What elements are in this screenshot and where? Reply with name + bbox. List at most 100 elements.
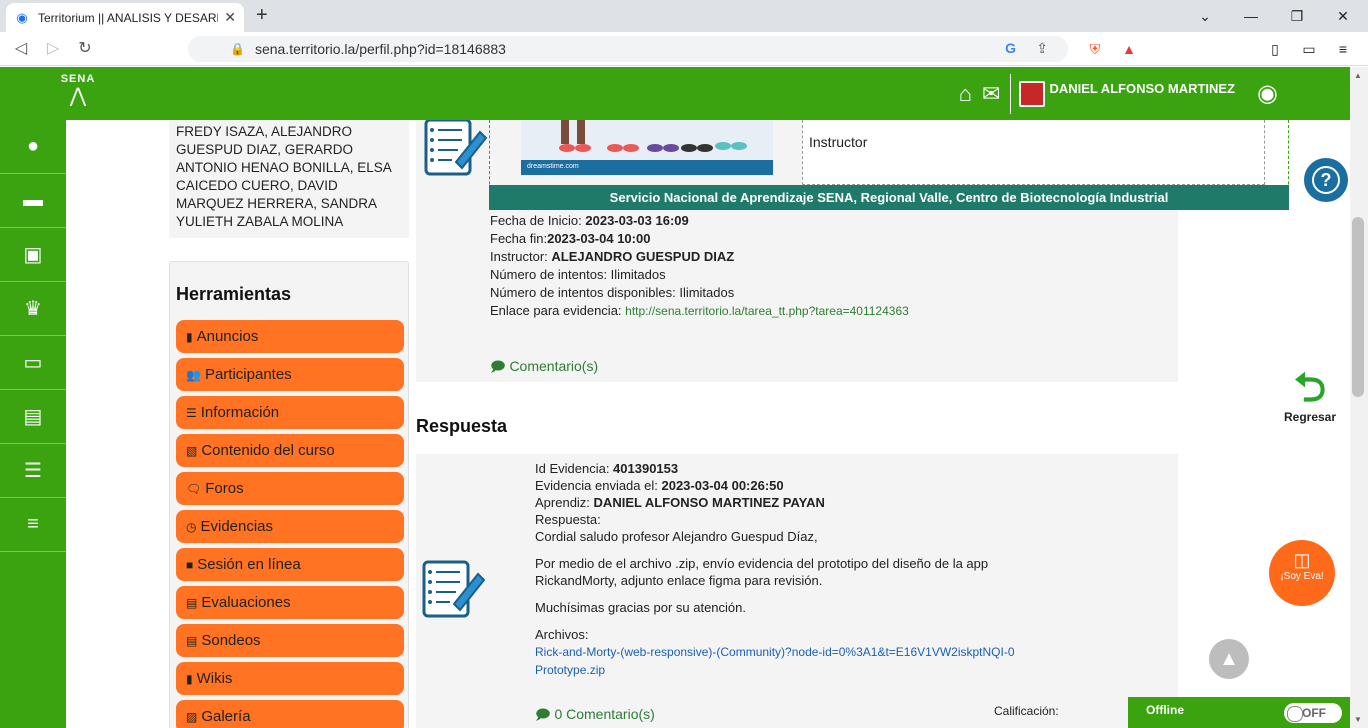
- evaluation-icon: ▤: [186, 595, 198, 610]
- sidebar-toggle-icon[interactable]: ▯: [1264, 38, 1286, 60]
- forward-icon[interactable]: ▷: [42, 38, 64, 60]
- start-date: 2023-03-03 16:09: [585, 213, 689, 228]
- accessibility-eye-icon[interactable]: ◉: [1257, 79, 1278, 108]
- share-icon[interactable]: ⇪: [1036, 40, 1048, 57]
- eva-chatbot-button[interactable]: ◫ ¡Soy Eva!: [1269, 540, 1335, 606]
- image-credit: dreamstime.com: [521, 160, 773, 175]
- attempts: Número de intentos: Ilimitados: [490, 267, 666, 282]
- briefcase-icon[interactable]: ▬: [0, 174, 66, 228]
- bookmark-icon: ▮: [186, 671, 193, 686]
- role-label: Instructor: [809, 134, 868, 150]
- announcement-icon: ▮: [186, 329, 193, 344]
- close-tab-icon[interactable]: ✕: [224, 9, 236, 26]
- user-name[interactable]: DANIEL ALFONSO MARTINEZ: [1049, 81, 1235, 96]
- avatar[interactable]: [1019, 80, 1046, 107]
- question-icon: ?: [1312, 166, 1340, 194]
- trophy-icon[interactable]: ♛: [0, 282, 66, 336]
- student-name: DANIEL ALFONSO MARTINEZ PAYAN: [593, 495, 825, 510]
- tool-sondeos[interactable]: ▤ Sondeos: [176, 624, 404, 657]
- new-tab-icon[interactable]: +: [256, 4, 268, 27]
- instructor-name: ALEJANDRO GUESPUD DIAZ: [551, 249, 735, 264]
- inbox-icon[interactable]: ▭: [0, 336, 66, 390]
- robot-face-icon: ◫: [1293, 550, 1311, 570]
- evidence-link[interactable]: http://sena.territorio.la/tarea_tt.php?t…: [625, 304, 909, 318]
- tool-participantes[interactable]: 👥 Participantes: [176, 358, 404, 391]
- back-arrow-icon: ⮌: [1293, 366, 1327, 410]
- tool-foros[interactable]: 🗨 Foros: [176, 472, 404, 505]
- list-icon[interactable]: ☰: [0, 444, 66, 498]
- evidence-id: 401390153: [613, 461, 679, 476]
- image-icon: ▨: [186, 709, 198, 724]
- close-window-icon[interactable]: ✕: [1320, 0, 1366, 32]
- tab-search-icon[interactable]: ⌄: [1182, 0, 1228, 32]
- file-link-zip[interactable]: Prototype.zip: [535, 663, 605, 677]
- answer-line-1: Cordial saludo profesor Alejandro Guespu…: [535, 529, 818, 544]
- tools-panel: Herramientas ▮ Anuncios 👥 Participantes ☰ I…: [169, 261, 409, 728]
- task-comments-link[interactable]: 🗩 Comentario(s): [490, 356, 598, 380]
- grade-label: Calificación:: [994, 704, 1059, 718]
- clock-icon: ◷: [186, 519, 197, 534]
- response-comments-link[interactable]: 🗩 0 Comentario(s): [535, 704, 655, 728]
- participants-list: FREDY ISAZA, ALEJANDRO GUESPUD DIAZ, GER…: [169, 120, 409, 238]
- answer-label: Respuesta:: [535, 512, 601, 527]
- institution-banner: Servicio Nacional de Aprendizaje SENA, R…: [489, 185, 1289, 210]
- newspaper-icon[interactable]: ▣: [0, 228, 66, 282]
- comment-icon: 🗩: [490, 358, 506, 374]
- chat-status-bar[interactable]: Offline OFF: [1128, 697, 1350, 728]
- scroll-to-top-button[interactable]: ▲: [1209, 639, 1249, 679]
- task-details: Fecha de Inicio: 2023-03-03 16:09 Fecha …: [490, 213, 909, 318]
- response-title: Respuesta: [416, 416, 508, 436]
- user-icon[interactable]: ●: [0, 120, 66, 174]
- minimize-icon[interactable]: —: [1228, 0, 1274, 32]
- url-text: sena.territorio.la/perfil.php?id=1814688…: [254, 41, 506, 57]
- scroll-down-icon[interactable]: ▼: [1354, 715, 1362, 724]
- brave-rewards-icon[interactable]: ▲: [1118, 38, 1140, 60]
- scroll-up-icon[interactable]: ▲: [1354, 71, 1362, 80]
- brave-shield-icon[interactable]: ⛨: [1084, 38, 1106, 60]
- status-toggle[interactable]: OFF: [1284, 703, 1342, 723]
- page-scrollbar[interactable]: ▲ ▼: [1350, 67, 1368, 728]
- scrollbar-thumb[interactable]: [1352, 217, 1364, 397]
- tool-wikis[interactable]: ▮ Wikis: [176, 662, 404, 695]
- omnibox[interactable]: 🔒 sena.territorio.la/perfil.php?id=18146…: [188, 36, 1068, 62]
- task-card: dreamstime.com Instructor Servicio Nacio…: [416, 120, 1289, 382]
- left-sidebar: ● ▬ ▣ ♛ ▭ ▤ ☰ ≡: [0, 120, 66, 728]
- course-illustration: [559, 120, 747, 152]
- sent-date: 2023-03-04 00:26:50: [661, 478, 784, 493]
- back-icon[interactable]: ◁: [10, 38, 32, 60]
- browser-menu-icon[interactable]: ≡: [1332, 38, 1354, 60]
- menu-icon[interactable]: ≡: [0, 498, 66, 552]
- files-label: Archivos:: [535, 627, 589, 642]
- address-bar-row: ◁ ▷ ↻ ☐ 🔒 sena.territorio.la/perfil.php?…: [0, 32, 1368, 66]
- back-button[interactable]: ⮌ Regresar: [1280, 366, 1340, 424]
- users-icon: 👥: [186, 367, 201, 382]
- site-header: SENA ⋀ ⌂ ✉ DANIEL ALFONSO MARTINEZ ◉: [0, 67, 1350, 120]
- restore-icon[interactable]: ❐: [1274, 0, 1320, 32]
- tool-anuncios[interactable]: ▮ Anuncios: [176, 320, 404, 353]
- browser-tab[interactable]: ◉ Territorium || ANALISIS Y DESARR ✕: [6, 3, 244, 32]
- home-icon[interactable]: ⌂: [959, 81, 972, 107]
- forum-icon: 🗨: [186, 481, 202, 496]
- help-button[interactable]: ?: [1304, 158, 1348, 202]
- tool-sesion[interactable]: ■ Sesión en línea: [176, 548, 404, 581]
- tool-evaluaciones[interactable]: ▤ Evaluaciones: [176, 586, 404, 619]
- chevron-up-icon: ▲: [1219, 648, 1239, 670]
- file-link-figma[interactable]: Rick-and-Morty-(web-responsive)-(Communi…: [535, 645, 1015, 659]
- main-content: FREDY ISAZA, ALEJANDRO GUESPUD DIAZ, GER…: [66, 120, 1350, 728]
- tool-contenido[interactable]: ▧ Contenido del curso: [176, 434, 404, 467]
- tool-informacion[interactable]: ☰ Información: [176, 396, 404, 429]
- wallet-icon[interactable]: ▭: [1298, 38, 1320, 60]
- notepad-icon: [422, 560, 486, 618]
- tool-galeria[interactable]: ▨ Galería: [176, 700, 404, 728]
- reload-icon[interactable]: ↻: [74, 38, 96, 60]
- end-date: 2023-03-04 10:00: [547, 231, 651, 246]
- tab-title: Territorium || ANALISIS Y DESARR: [38, 10, 219, 25]
- google-translate-icon[interactable]: G: [1005, 40, 1016, 56]
- mail-icon[interactable]: ✉: [982, 81, 1000, 107]
- notepad-icon: [424, 120, 488, 176]
- tool-evidencias[interactable]: ◷ Evidencias: [176, 510, 404, 543]
- answer-line-2: Por medio de el archivo .zip, envío evid…: [535, 556, 989, 588]
- eye-favicon-icon: ◉: [16, 9, 28, 25]
- sena-logo[interactable]: SENA ⋀: [54, 73, 102, 113]
- list-alt-icon[interactable]: ▤: [0, 390, 66, 444]
